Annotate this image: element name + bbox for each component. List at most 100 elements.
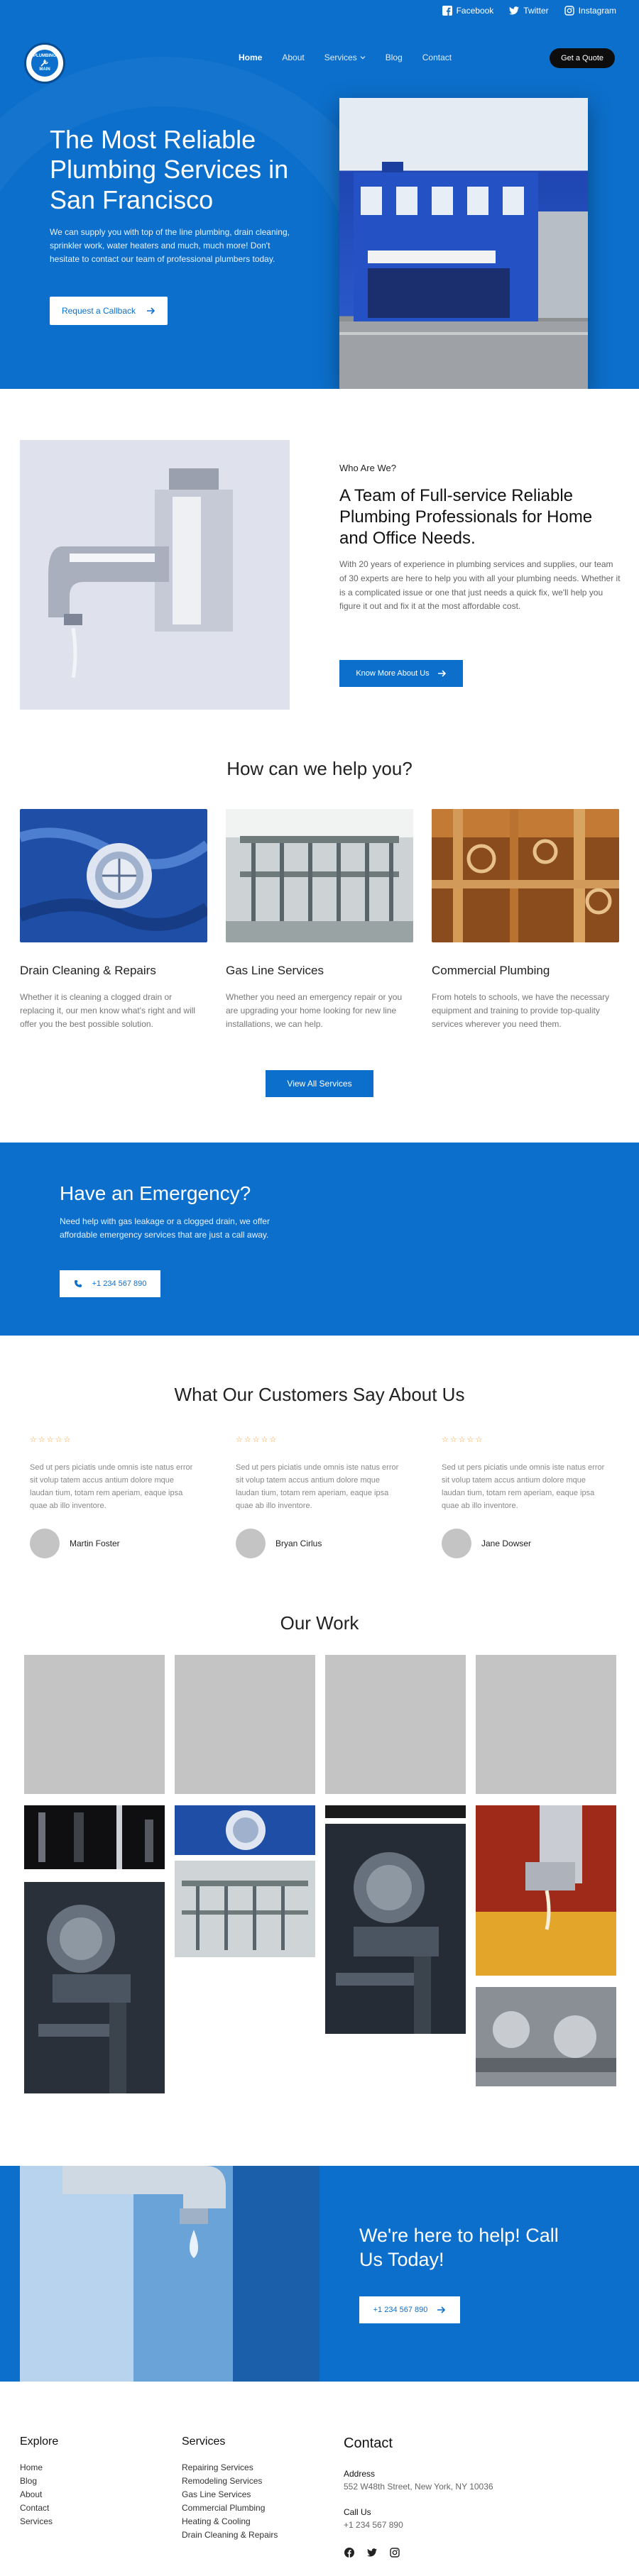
address-value: 552 W48th Street, New York, NY 10036 [344,2482,493,2492]
topbar-twitter-label: Twitter [523,6,549,16]
avatar [442,1528,471,1558]
facebook-icon [442,6,452,16]
service-card[interactable]: Gas Line Services Whether you need an em… [226,809,413,1032]
arrow-right-icon [147,307,155,314]
gallery-image[interactable] [476,1805,616,1976]
phone-value[interactable]: +1 234 567 890 [344,2520,493,2530]
author-name: Jane Dowser [481,1538,532,1548]
instagram-icon [564,6,574,16]
nav-services[interactable]: Services [324,53,366,62]
star-rating: ☆☆☆☆☆ [236,1436,278,1444]
phone-icon [74,1280,82,1287]
main-nav: Home About Services Blog Contact [239,53,452,62]
cta-title: We're here to help! Call Us Today! [359,2225,559,2270]
testimonials-title: What Our Customers Say About Us [174,1384,465,1405]
logo-text-bottom: MAIN [39,67,50,72]
get-quote-button[interactable]: Get a Quote [550,48,615,68]
nav-contact[interactable]: Contact [422,53,452,62]
wrench-icon [40,59,48,67]
testimonial-text: Sed ut pers piciatis unde omnis iste nat… [30,1463,193,1511]
service-title: Drain Cleaning & Repairs [20,964,156,977]
footer-link[interactable]: Drain Cleaning & Repairs [182,2528,278,2542]
dripping-faucet-image [20,2166,320,2382]
logo-badge: PLUMBING MAIN [30,48,60,78]
service-title: Gas Line Services [226,964,324,977]
gallery-image[interactable] [24,1882,165,2093]
social-topbar: Facebook Twitter Instagram [442,6,616,16]
footer-link[interactable]: Gas Line Services [182,2488,278,2501]
gallery-placeholder[interactable] [325,1655,466,1794]
testimonial-text: Sed ut pers piciatis unde omnis iste nat… [236,1463,399,1511]
arrow-right-icon [437,670,446,677]
testimonial-author: Martin Foster [30,1528,197,1558]
footer-explore-title: Explore [20,2435,59,2448]
service-text: Whether it is cleaning a clogged drain o… [20,992,196,1030]
nav-blog[interactable]: Blog [386,53,403,62]
footer-link[interactable]: Commercial Plumbing [182,2501,278,2515]
star-rating: ☆☆☆☆☆ [30,1436,72,1444]
gallery-column [476,1655,616,2086]
gallery-image[interactable] [476,1987,616,2086]
hero-text: We can supply you with top of the line p… [50,227,290,265]
footer-link[interactable]: Contact [20,2501,58,2515]
footer-link[interactable]: Blog [20,2475,58,2488]
request-callback-label: Request a Callback [61,306,136,316]
call-to-action-section: We're here to help! Call Us Today! +1 23… [0,2166,639,2382]
gallery-image[interactable] [24,1805,165,1869]
gallery-column [325,1655,466,2034]
arrow-right-icon [437,2306,446,2313]
gallery-image[interactable] [175,1861,315,1957]
know-more-button[interactable]: Know More About Us [339,660,463,687]
service-card[interactable]: Commercial Plumbing From hotels to schoo… [432,809,619,1032]
emergency-phone-button[interactable]: +1 234 567 890 [60,1270,160,1297]
gallery-column [175,1655,315,1957]
gallery-placeholder[interactable] [476,1655,616,1794]
service-title: Commercial Plumbing [432,964,550,977]
nav-home[interactable]: Home [239,53,262,62]
topbar-instagram-link[interactable]: Instagram [564,6,616,16]
testimonial-card: ☆☆☆☆☆ Sed ut pers piciatis unde omnis is… [30,1435,197,1558]
commercial-plumbing-image [432,809,619,942]
site-footer: Explore Home Blog About Contact Services… [0,2382,639,2566]
phone-label: Call Us [344,2507,371,2517]
emergency-section: Have an Emergency? Need help with gas le… [0,1143,639,1336]
view-all-services-button[interactable]: View All Services [266,1070,373,1097]
instagram-icon[interactable] [389,2547,400,2558]
topbar-facebook-link[interactable]: Facebook [442,6,494,16]
hero-title: The Most Reliable Plumbing Services in S… [50,125,289,214]
topbar-twitter-link[interactable]: Twitter [509,6,549,16]
gallery-placeholder[interactable] [24,1655,165,1794]
work-gallery-section: Our Work [0,1612,639,2166]
about-kicker: Who Are We? [339,463,396,473]
gallery-column [24,1655,165,2093]
hero-building-image [339,98,588,389]
chevron-down-icon [360,56,366,60]
footer-services-title: Services [182,2435,226,2448]
footer-link[interactable]: Remodeling Services [182,2475,278,2488]
work-title: Our Work [280,1612,359,1634]
hero-section: Facebook Twitter Instagram PLUMBING MAIN… [0,0,639,389]
gallery-image[interactable] [325,1805,466,1818]
footer-contact: Contact Address 552 W48th Street, New Yo… [344,2435,493,2558]
gallery-image[interactable] [325,1824,466,2034]
site-logo[interactable]: PLUMBING MAIN [24,43,65,84]
testimonial-author: Bryan Cirlus [236,1528,403,1558]
nav-about[interactable]: About [282,53,304,62]
topbar-facebook-label: Facebook [456,6,494,16]
footer-link[interactable]: Heating & Cooling [182,2515,278,2528]
footer-link[interactable]: Home [20,2461,58,2475]
gallery-image[interactable] [175,1805,315,1855]
emergency-phone-label: +1 234 567 890 [92,1279,147,1288]
footer-social [344,2547,493,2558]
footer-link[interactable]: Services [20,2515,58,2528]
request-callback-button[interactable]: Request a Callback [50,297,168,325]
footer-link[interactable]: About [20,2488,58,2501]
cta-phone-button[interactable]: +1 234 567 890 [359,2296,460,2323]
address-label: Address [344,2469,376,2479]
twitter-icon[interactable] [366,2547,378,2558]
service-card[interactable]: Drain Cleaning & Repairs Whether it is c… [20,809,207,1032]
star-rating: ☆☆☆☆☆ [442,1436,484,1444]
facebook-icon[interactable] [344,2547,355,2558]
footer-link[interactable]: Repairing Services [182,2461,278,2475]
gallery-placeholder[interactable] [175,1655,315,1794]
